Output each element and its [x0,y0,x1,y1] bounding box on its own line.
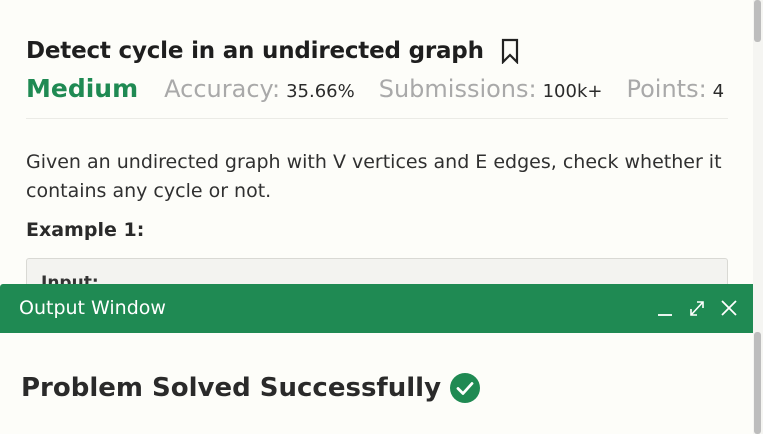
scrollbar[interactable] [753,0,763,434]
title-row: Detect cycle in an undirected graph [26,38,520,65]
output-window-header: Output Window [0,284,761,333]
minimize-icon[interactable] [655,297,675,319]
check-circle-icon [449,372,481,404]
example-heading: Example 1: [26,219,145,241]
problem-meta: Medium Accuracy: 35.66% Submissions: 100… [26,74,748,103]
expand-icon[interactable] [687,297,707,319]
scrollbar-thumb-lower[interactable] [754,332,761,434]
difficulty-badge: Medium [26,74,139,103]
points-label: Points: [626,75,707,103]
output-window-controls [655,297,739,319]
accuracy-value: 35.66% [286,81,355,102]
success-message: Problem Solved Successfully [21,373,442,403]
success-row: Problem Solved Successfully [21,372,481,404]
problem-description: Given an undirected graph with V vertice… [26,151,722,202]
points-value: 4 [712,81,725,102]
scrollbar-thumb-upper[interactable] [754,0,761,42]
divider [26,118,728,119]
submissions-value: 100k+ [542,81,603,102]
output-window: Output Window Problem Solved Successfull… [0,284,761,434]
output-window-title: Output Window [19,297,166,319]
accuracy-label: Accuracy: [164,75,281,103]
bookmark-icon[interactable] [500,38,520,65]
problem-page: Detect cycle in an undirected graph Medi… [0,0,763,434]
problem-title: Detect cycle in an undirected graph [26,38,484,64]
close-icon[interactable] [719,297,739,319]
submissions-label: Submissions: [378,75,537,103]
